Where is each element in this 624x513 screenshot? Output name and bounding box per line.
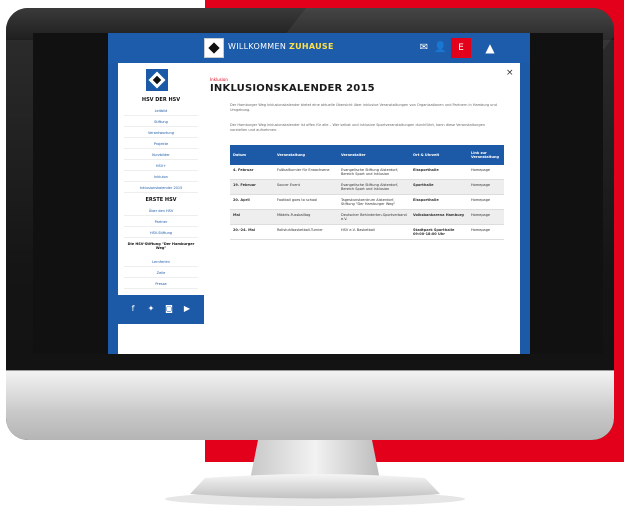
social-bar: f ✦ ◙ ▶ bbox=[118, 295, 204, 324]
cell-location: Sporthalle bbox=[410, 179, 468, 195]
sidebar-subitem[interactable]: Über den HSV bbox=[124, 207, 198, 216]
sponsor-logo[interactable]: E bbox=[451, 38, 471, 58]
calendar-table: Datum Veranstaltung Veranstalter Ort & U… bbox=[230, 145, 504, 240]
ticket-icon[interactable]: ✉ bbox=[418, 42, 430, 54]
cell-location: Eissporthalle bbox=[410, 194, 468, 210]
table-header-row: Datum Veranstaltung Veranstalter Ort & U… bbox=[230, 145, 504, 165]
cell-event: Fußballturnier für Erwachsene bbox=[274, 165, 338, 180]
cell-date: Mai bbox=[230, 209, 274, 225]
sidebar-extra[interactable]: Lernferien bbox=[124, 258, 198, 267]
homepage-link[interactable]: Homepage bbox=[468, 194, 504, 210]
breadcrumb[interactable]: Inklusion bbox=[210, 77, 228, 82]
close-icon[interactable]: × bbox=[506, 68, 514, 78]
homepage-link[interactable]: Homepage bbox=[468, 209, 504, 225]
sidebar-item[interactable]: Kurzbilder bbox=[124, 151, 198, 160]
sidebar-item[interactable]: HSV+ bbox=[124, 162, 198, 171]
table-row: 20. April Football goes to school Tagesk… bbox=[230, 194, 504, 210]
info-paragraph: Der Hamburger Weg Inklusionskalender ist… bbox=[230, 123, 485, 132]
cell-location: Eissporthalle bbox=[410, 165, 468, 180]
column-header: Datum bbox=[230, 145, 274, 165]
cell-date: 19. Februar bbox=[230, 179, 274, 195]
cell-organizer: Tageskunstzentrum Alsterdorf, Stiftung "… bbox=[338, 194, 410, 210]
cell-location: Volksbankarena Hamburg bbox=[410, 209, 468, 225]
monitor-chin bbox=[6, 370, 614, 440]
monitor-chin-edge bbox=[6, 370, 614, 371]
sidebar-item[interactable]: Inklusionskalender 2015 bbox=[124, 184, 198, 193]
column-header: Veranstaltung bbox=[274, 145, 338, 165]
sidebar-extra[interactable]: Zeile bbox=[124, 269, 198, 278]
homepage-link[interactable]: Homepage bbox=[468, 224, 504, 240]
cell-event: Rollstuhlbasketball-Turnier bbox=[274, 224, 338, 240]
cell-date: 20.-24. Mai bbox=[230, 224, 274, 240]
sidebar-section[interactable]: ERSTE HSV bbox=[118, 197, 204, 203]
hsv-logo-small[interactable] bbox=[204, 38, 224, 58]
sidebar-subitem[interactable]: HSV-Stiftung bbox=[124, 229, 198, 238]
table-row: 20.-24. Mai Rollstuhlbasketball-Turnier … bbox=[230, 224, 504, 240]
page-title: INKLUSIONSKALENDER 2015 bbox=[210, 83, 375, 94]
cell-organizer: Evangelische Stiftung Alsterdorf, Bereic… bbox=[338, 179, 410, 195]
cell-event: Mädels-Fussballtag bbox=[274, 209, 338, 225]
sidebar-promo[interactable]: Die HSV-Stiftung "Der Hamburger Weg" bbox=[118, 242, 204, 250]
cell-date: 20. April bbox=[230, 194, 274, 210]
cell-date: 4. Februar bbox=[230, 165, 274, 180]
sidebar-extra[interactable]: Presse bbox=[124, 280, 198, 289]
partner-logo[interactable]: ▲ bbox=[480, 38, 500, 58]
table-row: 19. Februar Soccer Event Evangelische St… bbox=[230, 179, 504, 195]
column-header: Veranstalter bbox=[338, 145, 410, 165]
homepage-link[interactable]: Homepage bbox=[468, 165, 504, 180]
site-title-bold: ZUHAUSE bbox=[288, 42, 334, 51]
cell-organizer: Evangelische Stiftung Alsterdorf, Bereic… bbox=[338, 165, 410, 180]
cell-event: Soccer Event bbox=[274, 179, 338, 195]
table-row: 4. Februar Fußballturnier für Erwachsene… bbox=[230, 165, 504, 180]
sidebar-item[interactable]: Verantwortung bbox=[124, 129, 198, 138]
hsv-logo[interactable] bbox=[146, 69, 168, 91]
cell-location: Stadtpark Sporthalle 09:00-18:00 Uhr bbox=[410, 224, 468, 240]
diamond-icon bbox=[148, 71, 166, 89]
youtube-icon[interactable]: ▶ bbox=[182, 304, 192, 314]
homepage-link[interactable]: Homepage bbox=[468, 179, 504, 195]
facebook-icon[interactable]: f bbox=[128, 304, 138, 314]
site-title[interactable]: WILLKOMMEN ZUHAUSE bbox=[228, 42, 334, 51]
sidebar-item[interactable]: Inkluion bbox=[124, 173, 198, 182]
site-topbar: WILLKOMMEN ZUHAUSE ✉ 👤 E ▲ bbox=[108, 33, 530, 63]
cell-event: Football goes to school bbox=[274, 194, 338, 210]
sidebar-item[interactable]: Leitbild bbox=[124, 107, 198, 116]
sidebar-subitem[interactable]: Partner bbox=[124, 218, 198, 227]
column-header: Link zur Veranstaltung bbox=[468, 145, 504, 165]
user-icon[interactable]: 👤 bbox=[434, 42, 446, 54]
sidebar-item[interactable]: Stiftung bbox=[124, 118, 198, 127]
cell-organizer: Deutscher Behinderten-Sportverband e.V. bbox=[338, 209, 410, 225]
table-row: Mai Mädels-Fussballtag Deutscher Behinde… bbox=[230, 209, 504, 225]
sidebar-item[interactable]: Projekte bbox=[124, 140, 198, 149]
intro-paragraph: Der Hamburger Weg Inklusionskalender bie… bbox=[230, 103, 497, 112]
cell-organizer: HSV e.V. Basketball bbox=[338, 224, 410, 240]
sidebar-header: HSV DER HSV bbox=[141, 97, 181, 103]
instagram-icon[interactable]: ◙ bbox=[164, 304, 174, 314]
website: WILLKOMMEN ZUHAUSE ✉ 👤 E ▲ HSV DER HSV L… bbox=[108, 33, 530, 354]
twitter-icon[interactable]: ✦ bbox=[146, 304, 156, 314]
column-header: Ort & Uhrzeit bbox=[410, 145, 468, 165]
diamond-icon bbox=[208, 42, 220, 54]
site-title-plain: WILLKOMMEN bbox=[228, 42, 287, 51]
main-content: × Inklusion INKLUSIONSKALENDER 2015 Der … bbox=[204, 63, 520, 354]
